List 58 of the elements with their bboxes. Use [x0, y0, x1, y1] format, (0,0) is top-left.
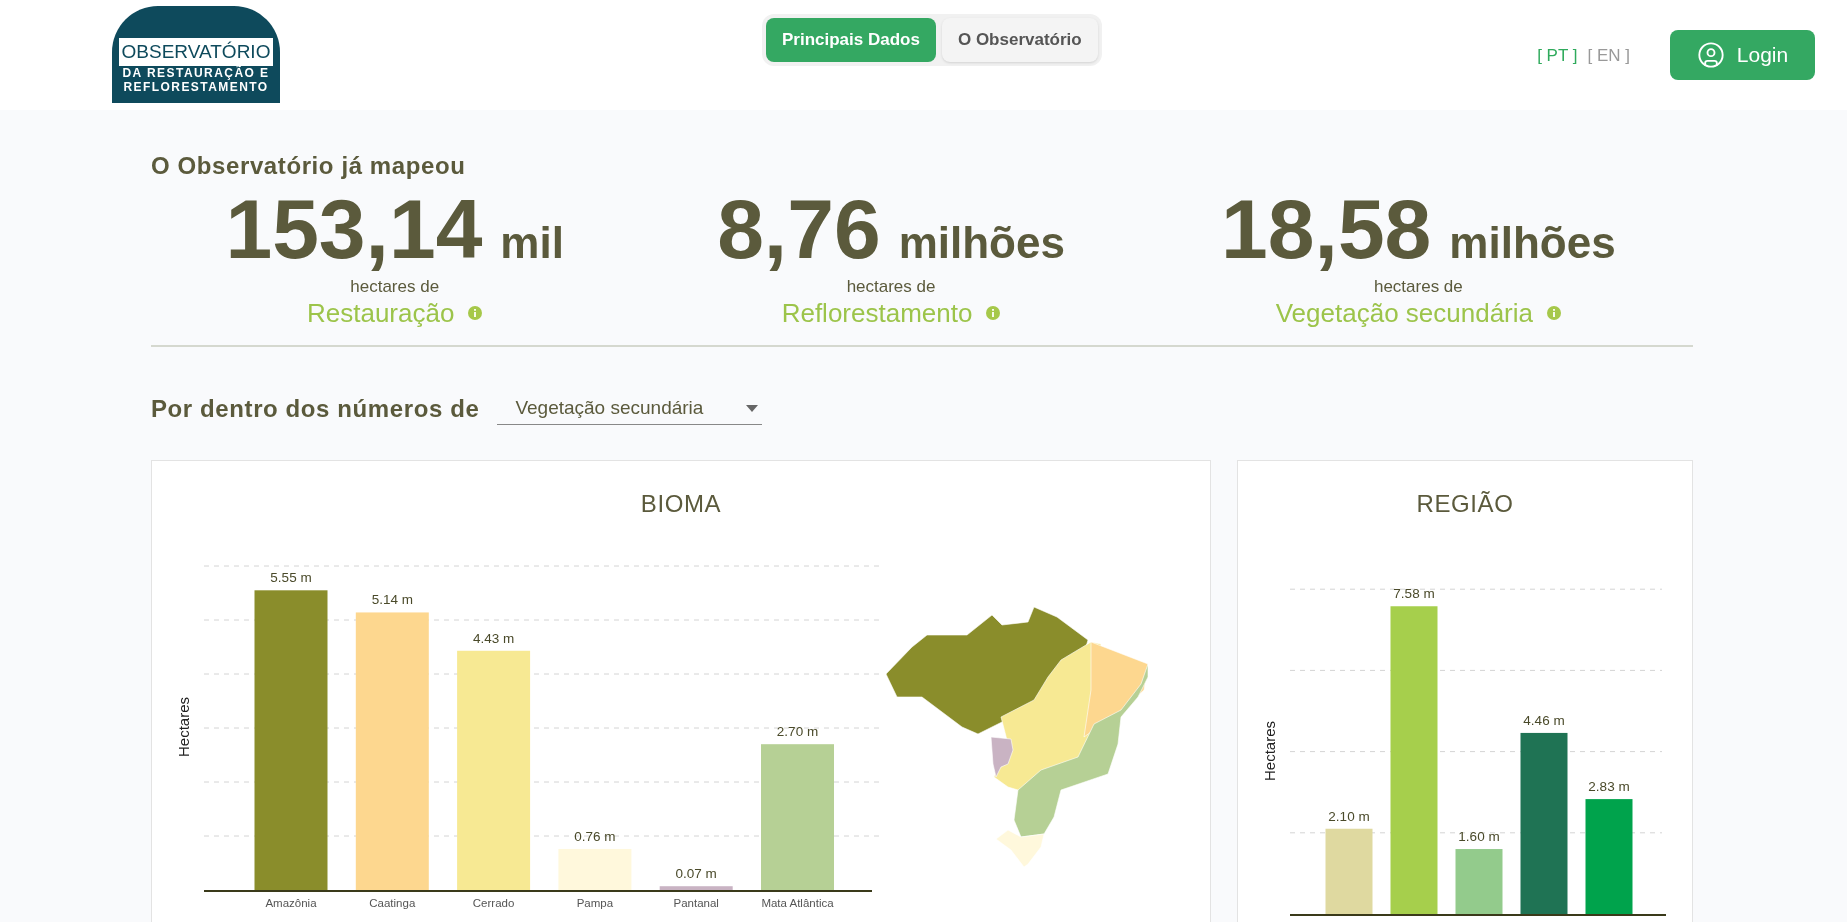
value-label: 2.83 m	[1588, 779, 1630, 795]
info-icon[interactable]	[468, 306, 483, 320]
stat-caption: hectares de	[846, 277, 936, 297]
value-label: 4.43 m	[472, 630, 515, 646]
bar[interactable]	[1455, 849, 1503, 914]
value-label: 0.76 m	[574, 828, 616, 844]
category-label: Amazônia	[265, 897, 317, 909]
category-dropdown[interactable]: Vegetação secundária	[497, 393, 763, 425]
value-label: 7.58 m	[1393, 586, 1435, 602]
caret-icon	[746, 405, 759, 412]
category-label: Pampa	[576, 897, 614, 909]
chart-title: REGIÃO	[1415, 489, 1515, 519]
value-label: 5.14 m	[371, 592, 413, 608]
axis-label: Hectares	[1261, 721, 1278, 781]
nav-tab[interactable]: O Observatório	[941, 18, 1098, 62]
info-icon[interactable]	[1547, 306, 1561, 320]
value-label: 2.70 m	[776, 724, 819, 740]
info-icon[interactable]	[986, 306, 1001, 320]
value-label: 1.60 m	[1458, 829, 1500, 845]
value-label: 2.10 m	[1328, 808, 1370, 824]
axis-label: Hectares	[175, 697, 192, 757]
logo-subtitle: DA RESTAURAÇÃO E	[122, 66, 270, 80]
chart-title: BIOMA	[639, 489, 723, 519]
stat-category: Restauração	[306, 297, 455, 329]
stat-value: 8,76	[717, 187, 881, 271]
stat-unit: mil	[500, 221, 564, 265]
stat-caption: hectares de	[1373, 277, 1463, 297]
bar[interactable]	[659, 886, 733, 890]
logo[interactable]: OBSERVATÓRIO DA RESTAURAÇÃO E REFLORESTAMENTO	[112, 6, 280, 103]
section-title: O Observatório já mapeou	[151, 151, 467, 181]
bar[interactable]	[254, 590, 328, 890]
stat-caption: hectares de	[350, 277, 440, 297]
stat-unit: milhões	[898, 221, 1065, 265]
category-label: Mata Atlântica	[761, 897, 834, 909]
logo-title: OBSERVATÓRIO	[119, 38, 273, 66]
category-label: Cerrado	[472, 897, 515, 909]
value-label: 5.55 m	[270, 570, 312, 586]
bar[interactable]	[1520, 732, 1568, 914]
category-label: Caatinga	[369, 897, 416, 909]
stat-value: 153,14	[225, 187, 483, 271]
bar[interactable]	[1390, 606, 1438, 914]
stat-unit: milhões	[1449, 221, 1616, 265]
stat-value: 18,58	[1221, 187, 1432, 271]
filter-label: Por dentro dos números de	[151, 394, 480, 424]
language-link[interactable]: [ EN ]	[1587, 43, 1630, 69]
language-link[interactable]: [ PT ]	[1537, 43, 1578, 69]
value-label: 4.46 m	[1523, 712, 1565, 728]
bar[interactable]	[1585, 799, 1633, 914]
user-icon	[1696, 41, 1725, 69]
login-button[interactable]: Login	[1670, 30, 1815, 80]
map-drawing[interactable]	[885, 606, 1149, 868]
stat-category: Vegetação secundária	[1275, 297, 1533, 329]
category-label: Pantanal	[673, 897, 719, 909]
nav-tab[interactable]: Principais Dados	[766, 18, 936, 62]
value-label: 0.07 m	[675, 866, 717, 882]
bar[interactable]	[1325, 828, 1373, 914]
stat-category: Reflorestamento	[781, 297, 973, 329]
logo-subtitle: REFLORESTAMENTO	[123, 80, 269, 94]
